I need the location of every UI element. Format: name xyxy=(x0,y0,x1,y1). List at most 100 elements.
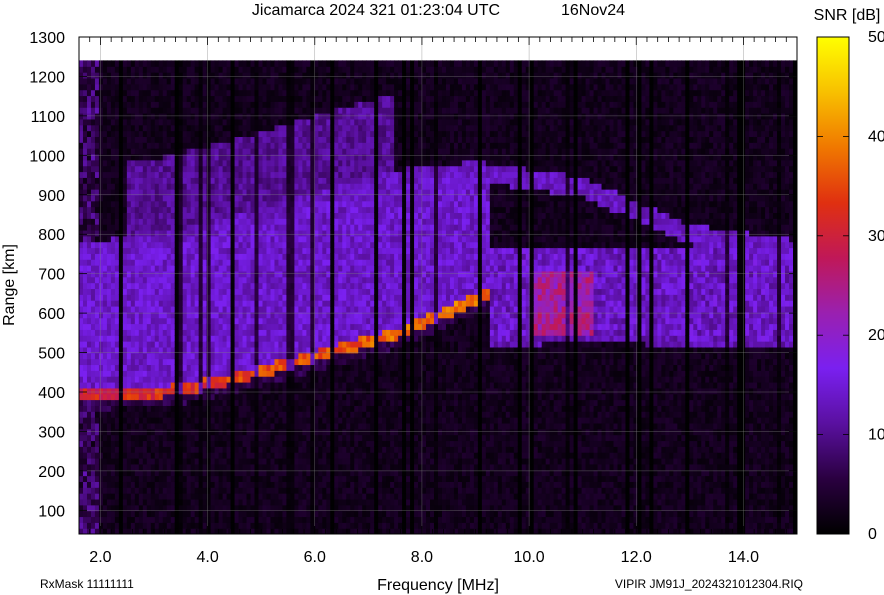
heatmap-cell xyxy=(286,136,292,143)
heatmap-cell xyxy=(98,434,104,442)
heatmap-cell xyxy=(266,335,272,342)
heatmap-cell xyxy=(154,212,160,219)
heatmap-cell xyxy=(142,72,148,79)
heatmap-cell xyxy=(170,341,176,348)
heatmap-cell xyxy=(174,83,180,91)
heatmap-cell xyxy=(210,189,216,196)
heatmap-cell xyxy=(306,153,311,161)
heatmap-cell xyxy=(218,136,224,143)
heatmap-cell xyxy=(222,352,228,360)
heatmap-cell xyxy=(186,148,192,155)
heatmap-cell xyxy=(250,95,256,102)
heatmap-cell xyxy=(206,177,212,184)
heatmap-cell xyxy=(242,200,248,208)
heatmap-cell xyxy=(318,440,323,447)
heatmap-cell xyxy=(126,434,132,442)
heatmap-cell xyxy=(142,183,148,190)
heatmap-cell xyxy=(226,200,232,208)
heatmap-cell xyxy=(214,253,220,260)
heatmap-cell xyxy=(79,165,84,173)
heatmap-cell xyxy=(126,183,132,190)
heatmap-cell xyxy=(282,288,288,295)
heatmap-cell xyxy=(82,171,88,178)
heatmap-cell xyxy=(290,457,295,465)
heatmap-cell xyxy=(158,399,164,406)
heatmap-cell xyxy=(150,399,156,406)
heatmap-cell xyxy=(186,183,192,190)
heatmap-cell xyxy=(170,89,176,97)
heatmap-cell xyxy=(262,83,268,91)
heatmap-cell xyxy=(234,498,240,506)
heatmap-cell xyxy=(282,218,288,225)
heatmap-cell xyxy=(170,493,176,500)
heatmap-cell xyxy=(266,265,272,272)
heatmap-cell xyxy=(174,422,180,430)
heatmap-cell xyxy=(94,352,100,360)
heatmap-cell xyxy=(230,171,236,178)
heatmap-cell xyxy=(294,440,299,447)
heatmap-cell xyxy=(278,77,284,85)
heatmap-cell xyxy=(286,399,292,406)
heatmap-cell xyxy=(178,118,184,126)
heatmap-cell xyxy=(310,200,315,208)
heatmap-cell xyxy=(79,183,84,190)
heatmap-cell xyxy=(298,189,303,196)
heatmap-cell xyxy=(210,171,216,178)
heatmap-cell xyxy=(114,516,120,523)
heatmap-cell xyxy=(254,124,260,132)
heatmap-cell xyxy=(154,498,160,506)
heatmap-cell xyxy=(226,118,232,126)
heatmap-cell xyxy=(170,159,176,167)
heatmap-cell xyxy=(170,270,176,278)
heatmap-cell xyxy=(214,101,220,108)
heatmap-cell xyxy=(138,475,144,482)
heatmap-cell xyxy=(154,428,160,436)
heatmap-cell xyxy=(214,294,220,301)
heatmap-cell xyxy=(178,253,184,260)
heatmap-cell xyxy=(110,259,116,266)
heatmap-cell xyxy=(202,405,208,412)
heatmap-cell xyxy=(302,510,307,518)
heatmap-cell xyxy=(182,399,188,406)
heatmap-cell xyxy=(206,446,212,453)
heatmap-cell xyxy=(314,440,319,447)
heatmap-cell xyxy=(254,253,260,260)
heatmap-cell xyxy=(270,463,276,471)
heatmap-cell xyxy=(94,522,100,529)
heatmap-cell xyxy=(222,422,228,430)
heatmap-cell xyxy=(266,212,272,219)
heatmap-cell xyxy=(226,463,232,471)
heatmap-cell xyxy=(222,475,228,482)
heatmap-cell xyxy=(206,422,212,430)
heatmap-cell xyxy=(302,457,307,465)
heatmap-cell xyxy=(274,481,280,488)
heatmap-cell xyxy=(90,300,96,307)
heatmap-cell xyxy=(266,305,272,313)
heatmap-cell xyxy=(246,72,252,79)
heatmap-cell xyxy=(258,475,264,482)
heatmap-cell xyxy=(158,101,164,108)
heatmap-cell xyxy=(90,446,96,453)
heatmap-cell xyxy=(318,311,323,319)
heatmap-cell xyxy=(118,206,124,214)
heatmap-cell xyxy=(138,95,144,102)
heatmap-cell xyxy=(162,235,168,243)
heatmap-cell xyxy=(306,83,311,91)
heatmap-cell xyxy=(190,475,196,482)
heatmap-cell xyxy=(178,411,184,418)
heatmap-cell xyxy=(146,212,152,219)
heatmap-cell xyxy=(94,83,100,91)
heatmap-cell xyxy=(294,387,299,395)
heatmap-cell xyxy=(206,516,212,523)
heatmap-cell xyxy=(234,446,240,453)
heatmap-cell xyxy=(278,370,284,377)
heatmap-cell xyxy=(314,101,319,108)
heatmap-cell xyxy=(86,317,92,325)
heatmap-cell xyxy=(198,270,204,278)
heatmap-cell xyxy=(138,352,144,360)
heatmap-cell xyxy=(262,101,268,108)
heatmap-cell xyxy=(154,153,160,161)
heatmap-cell xyxy=(178,66,184,73)
heatmap-cell xyxy=(90,475,96,482)
heatmap-cell xyxy=(278,475,284,482)
